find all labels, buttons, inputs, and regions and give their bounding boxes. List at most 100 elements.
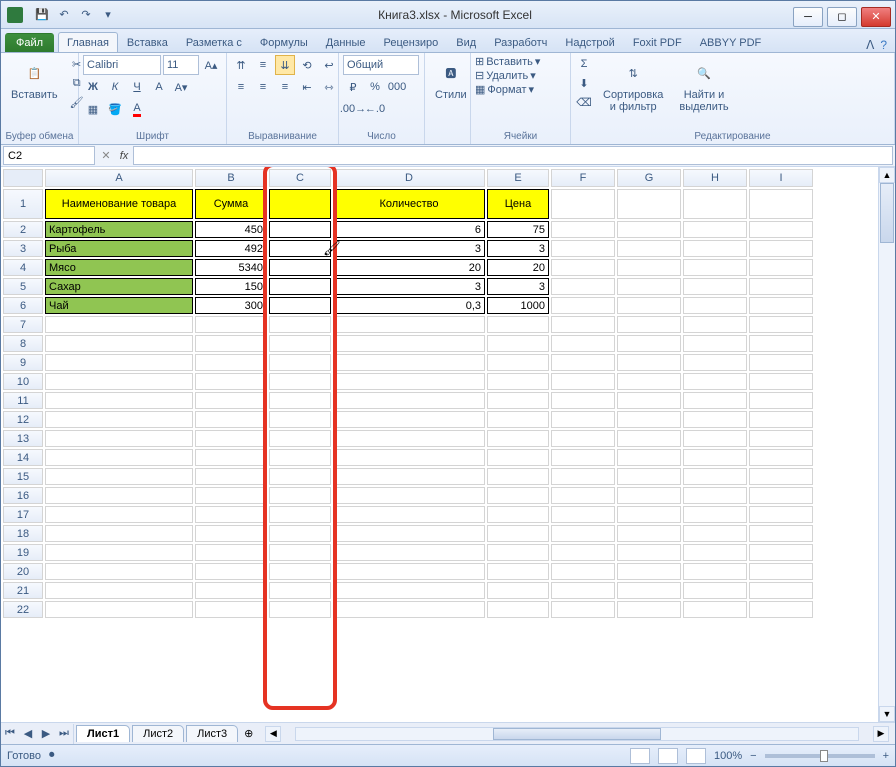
cell-A8[interactable]: [45, 335, 193, 352]
cell-G1[interactable]: [617, 189, 681, 219]
cell-B2[interactable]: 450: [195, 221, 267, 238]
align-right-icon[interactable]: ≡: [275, 77, 295, 97]
cells-delete-button[interactable]: ⊟ Удалить ▾: [475, 69, 536, 82]
increase-font-icon[interactable]: A▴: [201, 55, 221, 75]
align-top-icon[interactable]: ⇈: [231, 55, 251, 75]
fill-color-icon[interactable]: 🪣: [105, 99, 125, 119]
close-button[interactable]: ✕: [861, 7, 891, 27]
cell-A14[interactable]: [45, 449, 193, 466]
cell-G22[interactable]: [617, 601, 681, 618]
cell-E14[interactable]: [487, 449, 549, 466]
cell-A21[interactable]: [45, 582, 193, 599]
column-header-D[interactable]: D: [333, 169, 485, 187]
cell-C6[interactable]: [269, 297, 331, 314]
cell-H4[interactable]: [683, 259, 747, 276]
cell-I2[interactable]: [749, 221, 813, 238]
cell-C8[interactable]: [269, 335, 331, 352]
row-header-12[interactable]: 12: [3, 411, 43, 428]
cell-A7[interactable]: [45, 316, 193, 333]
row-header-14[interactable]: 14: [3, 449, 43, 466]
cell-A19[interactable]: [45, 544, 193, 561]
cell-A18[interactable]: [45, 525, 193, 542]
border-icon[interactable]: ▦: [83, 99, 103, 119]
cell-G11[interactable]: [617, 392, 681, 409]
cell-H22[interactable]: [683, 601, 747, 618]
cell-I4[interactable]: [749, 259, 813, 276]
row-header-17[interactable]: 17: [3, 506, 43, 523]
percent-icon[interactable]: %: [365, 77, 385, 97]
tab-insert[interactable]: Вставка: [118, 32, 177, 52]
row-header-4[interactable]: 4: [3, 259, 43, 276]
cells-format-button[interactable]: ▦ Формат ▾: [475, 83, 534, 96]
cell-D10[interactable]: [333, 373, 485, 390]
cell-I16[interactable]: [749, 487, 813, 504]
styles-button[interactable]: 🅰 Стили: [429, 55, 473, 105]
tab-foxit[interactable]: Foxit PDF: [624, 32, 691, 52]
cell-H1[interactable]: [683, 189, 747, 219]
cell-D19[interactable]: [333, 544, 485, 561]
cell-A12[interactable]: [45, 411, 193, 428]
vertical-scrollbar[interactable]: ▲ ▼: [878, 167, 895, 722]
row-header-11[interactable]: 11: [3, 392, 43, 409]
cell-A10[interactable]: [45, 373, 193, 390]
row-header-16[interactable]: 16: [3, 487, 43, 504]
macro-record-icon[interactable]: ⏺: [49, 749, 55, 762]
clear-icon[interactable]: ⌫: [575, 93, 593, 111]
cell-C5[interactable]: [269, 278, 331, 295]
cell-F2[interactable]: [551, 221, 615, 238]
cell-B17[interactable]: [195, 506, 267, 523]
cell-F18[interactable]: [551, 525, 615, 542]
sheet-nav-last-icon[interactable]: ⏭: [55, 724, 73, 744]
tab-abbyy[interactable]: ABBYY PDF: [691, 32, 771, 52]
row-header-18[interactable]: 18: [3, 525, 43, 542]
zoom-out-button[interactable]: −: [750, 750, 756, 762]
row-header-22[interactable]: 22: [3, 601, 43, 618]
cell-C15[interactable]: [269, 468, 331, 485]
maximize-button[interactable]: ◻: [827, 7, 857, 27]
cell-B7[interactable]: [195, 316, 267, 333]
sort-filter-button[interactable]: ⇅ Сортировка и фильтр: [597, 55, 669, 117]
cell-G12[interactable]: [617, 411, 681, 428]
align-middle-icon[interactable]: ≡: [253, 55, 273, 75]
cell-I13[interactable]: [749, 430, 813, 447]
cell-G19[interactable]: [617, 544, 681, 561]
row-header-1[interactable]: 1: [3, 189, 43, 219]
cell-B20[interactable]: [195, 563, 267, 580]
column-header-B[interactable]: B: [195, 169, 267, 187]
column-header-I[interactable]: I: [749, 169, 813, 187]
cell-I19[interactable]: [749, 544, 813, 561]
cell-G4[interactable]: [617, 259, 681, 276]
cell-A22[interactable]: [45, 601, 193, 618]
align-left-icon[interactable]: ≡: [231, 77, 251, 97]
italic-button[interactable]: К: [105, 77, 125, 97]
row-header-21[interactable]: 21: [3, 582, 43, 599]
cell-H6[interactable]: [683, 297, 747, 314]
cell-C13[interactable]: [269, 430, 331, 447]
row-header-13[interactable]: 13: [3, 430, 43, 447]
autosum-icon[interactable]: Σ: [575, 55, 593, 73]
cell-I5[interactable]: [749, 278, 813, 295]
scroll-up-icon[interactable]: ▲: [879, 167, 895, 183]
tab-formulas[interactable]: Формулы: [251, 32, 317, 52]
find-select-button[interactable]: 🔍 Найти и выделить: [673, 55, 734, 117]
row-header-20[interactable]: 20: [3, 563, 43, 580]
cell-I11[interactable]: [749, 392, 813, 409]
cell-B14[interactable]: [195, 449, 267, 466]
row-header-5[interactable]: 5: [3, 278, 43, 295]
cell-C11[interactable]: [269, 392, 331, 409]
cell-D11[interactable]: [333, 392, 485, 409]
minimize-button[interactable]: ─: [793, 7, 823, 27]
cell-F10[interactable]: [551, 373, 615, 390]
cell-E7[interactable]: [487, 316, 549, 333]
cell-C9[interactable]: [269, 354, 331, 371]
cell-D5[interactable]: 3: [333, 278, 485, 295]
cell-D14[interactable]: [333, 449, 485, 466]
row-header-6[interactable]: 6: [3, 297, 43, 314]
cell-E17[interactable]: [487, 506, 549, 523]
cell-G8[interactable]: [617, 335, 681, 352]
save-icon[interactable]: 💾: [33, 6, 51, 24]
cell-D13[interactable]: [333, 430, 485, 447]
qat-more-icon[interactable]: ▾: [99, 6, 117, 24]
cell-B11[interactable]: [195, 392, 267, 409]
cell-H21[interactable]: [683, 582, 747, 599]
